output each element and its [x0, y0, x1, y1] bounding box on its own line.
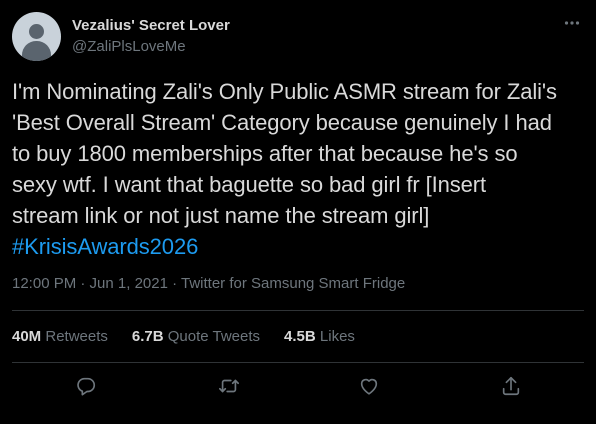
retweets-count: 40M: [12, 328, 42, 345]
avatar-head-shape: [29, 24, 44, 39]
tweet-text-line: stream link or not just name the stream …: [12, 203, 430, 228]
avatar[interactable]: [12, 12, 61, 61]
tweet-text-line: sexy wtf. I want that baguette so bad gi…: [12, 172, 487, 197]
quote-tweets-stat[interactable]: 6.7B Quote Tweets: [132, 327, 260, 347]
tweet-card: Vezalius' Secret Lover @ZaliPlsLoveMe I'…: [0, 0, 596, 424]
tweet-text-line: I'm Nominating Zali's Only Public ASMR s…: [12, 79, 557, 104]
divider: [12, 362, 584, 363]
reply-button[interactable]: [73, 373, 99, 399]
likes-stat[interactable]: 4.5B Likes: [284, 327, 355, 347]
tweet-stats: 40M Retweets 6.7B Quote Tweets 4.5B Like…: [12, 327, 379, 347]
retweet-button[interactable]: [216, 373, 242, 399]
more-horizontal-icon: [564, 21, 580, 25]
quote-tweets-count: 6.7B: [131, 328, 164, 345]
tweet-header: Vezalius' Secret Lover @ZaliPlsLoveMe: [12, 12, 230, 61]
retweets-label: Retweets: [45, 328, 108, 345]
hashtag-link[interactable]: #KrisisAwards2026: [12, 231, 592, 262]
retweet-icon: [219, 379, 239, 393]
likes-count: 4.5B: [284, 328, 316, 345]
tweet-meta: 12:00 PM · Jun 1, 2021 · Twitter for Sam…: [12, 274, 405, 294]
more-options-button[interactable]: [563, 14, 581, 32]
likes-label: Likes: [319, 328, 355, 345]
like-button[interactable]: [356, 373, 382, 399]
display-name[interactable]: Vezalius' Secret Lover: [72, 16, 230, 36]
user-names: Vezalius' Secret Lover @ZaliPlsLoveMe: [72, 16, 230, 57]
reply-icon: [77, 377, 96, 396]
tweet-text-line: 'Best Overall Stream' Category because g…: [12, 110, 552, 135]
tweet-text: I'm Nominating Zali's Only Public ASMR s…: [12, 76, 592, 262]
timestamp[interactable]: 12:00 PM · Jun 1, 2021 ·: [12, 275, 181, 292]
retweets-stat[interactable]: 40M Retweets: [12, 327, 108, 347]
quote-tweets-label: Quote Tweets: [167, 328, 261, 345]
tweet-source[interactable]: Twitter for Samsung Smart Fridge: [181, 275, 405, 292]
tweet-text-line: to buy 1800 memberships after that becau…: [12, 141, 518, 166]
avatar-body-shape: [22, 41, 51, 61]
tweet-actions: [0, 370, 596, 402]
user-handle[interactable]: @ZaliPlsLoveMe: [72, 37, 230, 57]
divider: [12, 310, 584, 311]
share-button[interactable]: [498, 373, 524, 399]
share-icon: [502, 376, 520, 396]
like-icon: [360, 378, 378, 395]
